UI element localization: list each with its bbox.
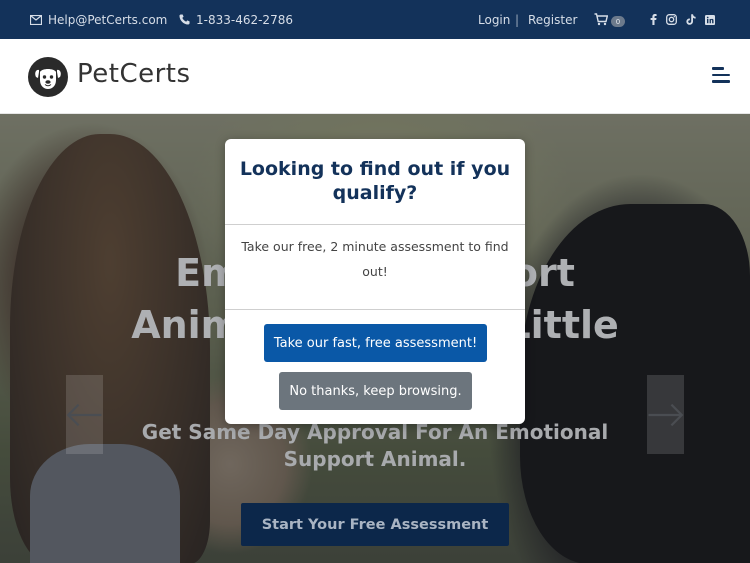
modal-divider-top	[225, 224, 525, 225]
phone-icon	[179, 14, 190, 25]
linkedin-icon[interactable]	[705, 14, 715, 25]
top-bar: Help@PetCerts.com 1-833-462-2786 Login |…	[0, 0, 750, 39]
cart-button[interactable]: 0	[594, 0, 625, 39]
assessment-modal: Looking to find out if you qualify? Take…	[225, 139, 525, 424]
register-link[interactable]: Register	[528, 0, 577, 39]
arrow-right-icon	[648, 403, 684, 426]
logo-text[interactable]: PetCerts	[77, 59, 191, 89]
carousel-next-button[interactable]	[647, 375, 684, 454]
phone-link[interactable]: 1-833-462-2786	[179, 0, 293, 39]
site-header: PetCerts	[0, 39, 750, 114]
keep-browsing-button[interactable]: No thanks, keep browsing.	[279, 372, 472, 410]
modal-body-text: Take our free, 2 minute assessment to fi…	[241, 239, 509, 279]
phone-text: 1-833-462-2786	[196, 12, 293, 27]
instagram-icon[interactable]	[666, 14, 677, 25]
modal-divider-bottom	[225, 309, 525, 310]
dog-logo-icon	[35, 69, 61, 89]
social-links	[650, 0, 715, 39]
arrow-left-icon	[66, 403, 102, 426]
carousel-prev-button[interactable]	[66, 375, 103, 454]
start-assessment-button[interactable]: Start Your Free Assessment	[241, 503, 509, 546]
tiktok-icon[interactable]	[686, 14, 696, 25]
cart-icon	[594, 13, 608, 26]
cart-count-badge: 0	[611, 16, 625, 27]
login-link[interactable]: Login	[478, 0, 510, 39]
take-assessment-button[interactable]: Take our fast, free assessment!	[264, 324, 487, 362]
hamburger-menu-icon[interactable]	[712, 67, 730, 85]
separator: |	[515, 0, 519, 39]
separator-text: |	[515, 12, 520, 27]
envelope-icon	[30, 14, 42, 25]
email-link[interactable]: Help@PetCerts.com	[30, 0, 167, 39]
login-label: Login	[478, 12, 511, 27]
logo-mark[interactable]	[28, 57, 68, 97]
facebook-icon[interactable]	[650, 14, 657, 25]
email-text: Help@PetCerts.com	[48, 12, 168, 27]
hero-subtitle-line2: Support Animal.	[283, 447, 467, 471]
modal-title: Looking to find out if you qualify?	[239, 158, 511, 204]
register-label: Register	[528, 12, 578, 27]
